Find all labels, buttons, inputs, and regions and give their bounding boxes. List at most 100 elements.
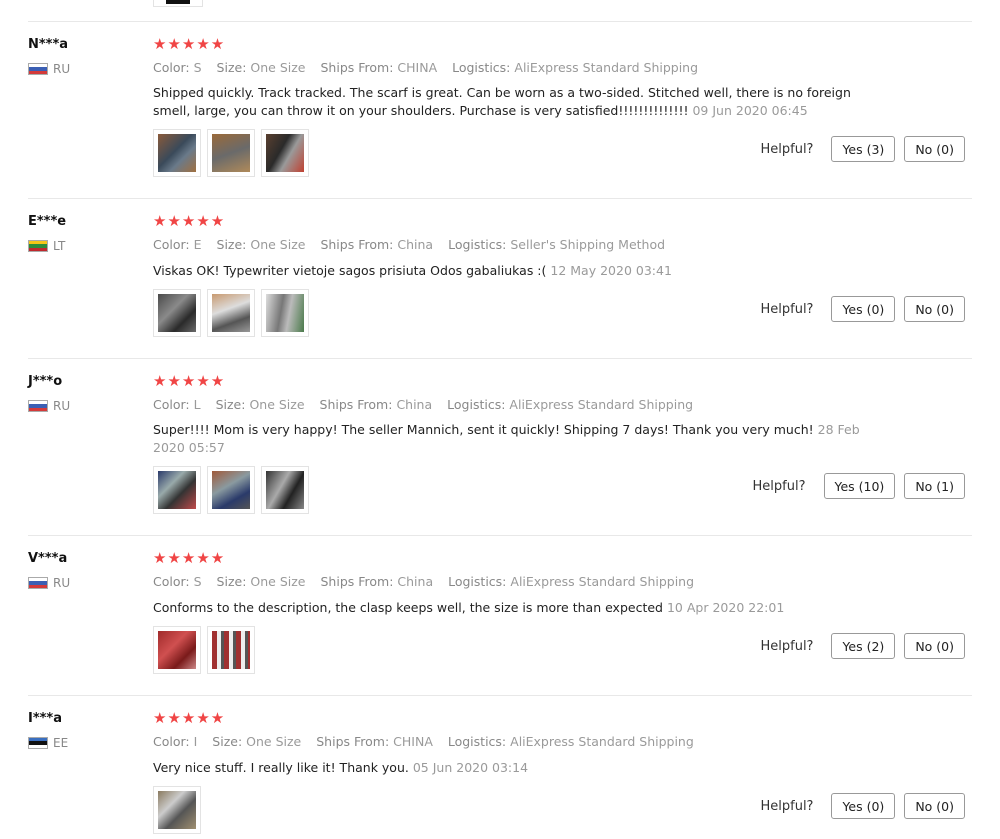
review-photo-thumbnail[interactable] xyxy=(153,626,201,674)
divider xyxy=(28,198,972,199)
helpful-vote: Helpful? Yes (0) No (0) xyxy=(760,296,965,322)
review-photo-thumbnail[interactable] xyxy=(261,289,309,337)
reviewer-country: EE xyxy=(28,736,68,750)
review-text: Very nice stuff. I really like it! Thank… xyxy=(153,760,529,775)
previous-review-photo-thumbnail[interactable] xyxy=(153,0,203,7)
review-photos xyxy=(153,786,201,834)
helpful-yes-button[interactable]: Yes (0) xyxy=(831,793,896,819)
sku-info: Color: E Size: One Size Ships From: Chin… xyxy=(153,237,666,252)
reviewer-name: J***o xyxy=(28,374,63,389)
helpful-no-button[interactable]: No (0) xyxy=(904,136,965,162)
reviewer-country: RU xyxy=(28,576,70,590)
star-rating: ★★★★★ xyxy=(153,212,226,230)
sku-info: Color: S Size: One Size Ships From: CHIN… xyxy=(153,60,699,75)
helpful-vote: Helpful? Yes (0) No (0) xyxy=(760,793,965,819)
helpful-vote: Helpful? Yes (2) No (0) xyxy=(760,633,965,659)
divider xyxy=(28,535,972,536)
helpful-vote: Helpful? Yes (3) No (0) xyxy=(760,136,965,162)
sku-color: I xyxy=(193,734,198,749)
reviewer-country: RU xyxy=(28,399,70,413)
review-photo-thumbnail[interactable] xyxy=(207,129,255,177)
estonia-flag-icon xyxy=(28,737,48,749)
reviewer-country: LT xyxy=(28,239,65,253)
sku-size: One Size xyxy=(250,60,306,75)
lithuania-flag-icon xyxy=(28,240,48,252)
review-photo-thumbnail[interactable] xyxy=(207,466,255,514)
helpful-no-button[interactable]: No (1) xyxy=(904,473,965,499)
review-photo-thumbnail[interactable] xyxy=(153,786,201,834)
sku-size: One Size xyxy=(249,397,305,412)
review-date: 12 May 2020 03:41 xyxy=(550,263,672,278)
ships-from: CHINA xyxy=(397,60,438,75)
helpful-label: Helpful? xyxy=(760,638,814,654)
logistics: AliExpress Standard Shipping xyxy=(514,60,699,75)
helpful-label: Helpful? xyxy=(760,798,814,814)
sku-info: Color: S Size: One Size Ships From: Chin… xyxy=(153,574,695,589)
review-photo-thumbnail[interactable] xyxy=(261,466,309,514)
helpful-yes-button[interactable]: Yes (0) xyxy=(831,296,896,322)
ships-from: China xyxy=(397,574,434,589)
review-date: 10 Apr 2020 22:01 xyxy=(666,600,785,615)
sku-size: One Size xyxy=(250,237,306,252)
star-rating: ★★★★★ xyxy=(153,372,226,390)
review-date: 05 Jun 2020 03:14 xyxy=(412,760,529,775)
reviewer-country: RU xyxy=(28,62,70,76)
country-code: RU xyxy=(53,62,71,76)
country-code: RU xyxy=(53,576,71,590)
country-code: EE xyxy=(53,736,69,750)
reviewer-name: E***e xyxy=(28,214,67,229)
review-photo-thumbnail[interactable] xyxy=(207,626,255,674)
review-date: 09 Jun 2020 06:45 xyxy=(692,103,808,118)
russia-flag-icon xyxy=(28,577,48,589)
divider xyxy=(28,21,972,22)
reviewer-name: I***a xyxy=(28,711,63,726)
helpful-label: Helpful? xyxy=(760,141,814,157)
review-text: Shipped quickly. Track tracked. The scar… xyxy=(153,85,851,118)
logistics: AliExpress Standard Shipping xyxy=(510,574,695,589)
country-code: LT xyxy=(53,239,66,253)
logistics: Seller's Shipping Method xyxy=(510,237,666,252)
star-rating: ★★★★★ xyxy=(153,709,226,727)
helpful-no-button[interactable]: No (0) xyxy=(904,633,965,659)
ships-from: China xyxy=(397,237,434,252)
sku-color: S xyxy=(193,60,202,75)
review-photo-thumbnail[interactable] xyxy=(153,466,201,514)
sku-info: Color: I Size: One Size Ships From: CHIN… xyxy=(153,734,694,749)
reviewer-name: V***a xyxy=(28,551,68,566)
review-photos xyxy=(153,289,309,337)
helpful-vote: Helpful? Yes (10) No (1) xyxy=(753,473,965,499)
review-photo-thumbnail[interactable] xyxy=(153,289,201,337)
country-code: RU xyxy=(53,399,71,413)
review-photo-thumbnail[interactable] xyxy=(207,289,255,337)
logistics: AliExpress Standard Shipping xyxy=(509,397,694,412)
logistics: AliExpress Standard Shipping xyxy=(510,734,694,749)
sku-color: E xyxy=(193,237,202,252)
helpful-yes-button[interactable]: Yes (3) xyxy=(831,136,896,162)
sku-color: L xyxy=(193,397,201,412)
review-text: Viskas OK! Typewriter vietoje sagos pris… xyxy=(153,263,672,278)
helpful-label: Helpful? xyxy=(760,301,814,317)
helpful-no-button[interactable]: No (0) xyxy=(904,793,965,819)
sku-size: One Size xyxy=(250,574,306,589)
review-photo-thumbnail[interactable] xyxy=(153,129,201,177)
review-text: Super!!!! Mom is very happy! The seller … xyxy=(153,422,860,455)
sku-size: One Size xyxy=(246,734,302,749)
review-text: Conforms to the description, the clasp k… xyxy=(153,600,785,615)
helpful-yes-button[interactable]: Yes (10) xyxy=(823,473,896,499)
ships-from: CHINA xyxy=(393,734,433,749)
review-photos xyxy=(153,466,309,514)
star-rating: ★★★★★ xyxy=(153,549,226,567)
helpful-yes-button[interactable]: Yes (2) xyxy=(831,633,896,659)
helpful-no-button[interactable]: No (0) xyxy=(904,296,965,322)
divider xyxy=(28,358,972,359)
ships-from: China xyxy=(396,397,433,412)
helpful-label: Helpful? xyxy=(752,478,806,494)
review-photo-thumbnail[interactable] xyxy=(261,129,309,177)
star-rating: ★★★★★ xyxy=(153,35,226,53)
reviewer-name: N***a xyxy=(28,37,69,52)
russia-flag-icon xyxy=(28,400,48,412)
divider xyxy=(28,695,972,696)
russia-flag-icon xyxy=(28,63,48,75)
sku-info: Color: L Size: One Size Ships From: Chin… xyxy=(153,397,694,412)
review-photos xyxy=(153,129,309,177)
